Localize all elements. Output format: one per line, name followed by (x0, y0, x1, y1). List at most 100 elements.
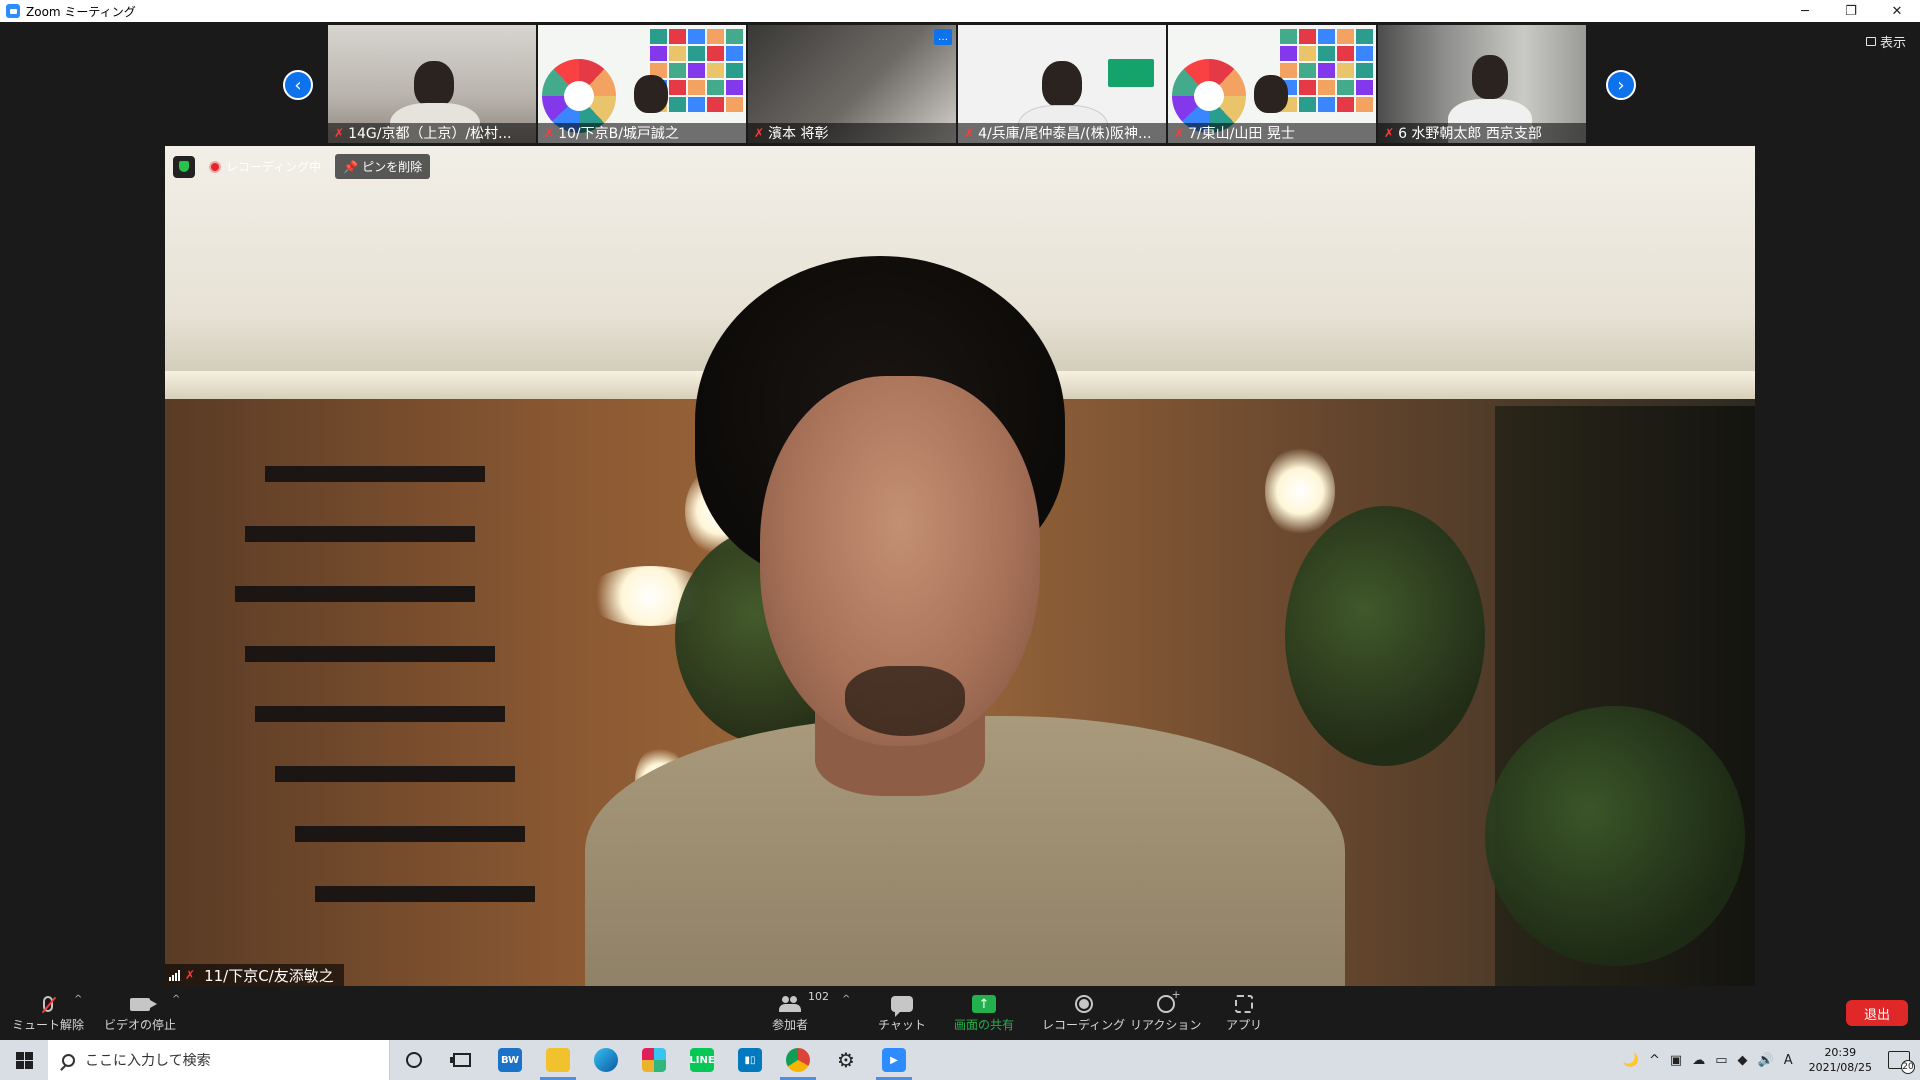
apps-button[interactable]: アプリ (1226, 992, 1262, 1033)
trello-icon: ▮▯ (738, 1048, 762, 1072)
video-options-caret[interactable]: ^ (172, 994, 180, 1005)
unpin-button[interactable]: 📌 ピンを削除 (335, 154, 431, 179)
taskbar-search-box[interactable]: ここに入力して検索 (48, 1040, 390, 1080)
participants-button[interactable]: 参加者 (772, 992, 808, 1033)
speaker-name-label: ✗ 11/下京C/友添敏之 (165, 964, 344, 986)
leave-button[interactable]: 退出 (1846, 1000, 1908, 1026)
cortana-button[interactable] (390, 1040, 438, 1080)
pin-icon: 📌 (343, 159, 359, 174)
dropbox-icon[interactable]: ◆ (1738, 1053, 1748, 1068)
participant-name-label: ✗ 濱本 将彰 (748, 123, 956, 143)
video-overlay-bar: レコーディング中 📌 ピンを削除 (173, 154, 431, 179)
share-screen-button[interactable]: ↑ 画面の共有 (954, 992, 1014, 1033)
share-arrow-icon: ↑ (972, 995, 996, 1013)
poster-graphic (542, 59, 616, 133)
edge-icon (594, 1048, 618, 1072)
close-button[interactable]: ✕ (1874, 0, 1920, 22)
network-icon[interactable]: ▭ (1715, 1053, 1727, 1068)
participants-icon (779, 996, 801, 1012)
taskbar-app-bw[interactable]: BW (486, 1040, 534, 1080)
search-placeholder: ここに入力して検索 (85, 1053, 211, 1069)
zoom-icon: ▶ (882, 1048, 906, 1072)
participant-name-label: ✗ 10/下京B/城戸誠之 (538, 123, 746, 143)
taskbar-app-edge[interactable] (582, 1040, 630, 1080)
taskbar-app-slack[interactable] (630, 1040, 678, 1080)
view-toggle-button[interactable]: 表示 (1865, 32, 1906, 51)
participant-video (634, 75, 668, 113)
more-options-button[interactable]: … (934, 29, 952, 45)
restore-button[interactable]: ❐ (1828, 0, 1874, 22)
more-icon: … (938, 31, 948, 43)
zoom-app-icon (6, 4, 20, 18)
clock-time: 20:39 (1824, 1046, 1857, 1059)
folder-icon (546, 1048, 570, 1072)
participant-video (1042, 61, 1082, 107)
microphone-muted-icon (43, 996, 53, 1012)
stop-video-button[interactable]: ビデオの停止 (104, 992, 176, 1033)
participant-tile[interactable]: ✗ 6 水野朝太郎 西京支部 (1378, 25, 1586, 143)
taskbar-app-trello[interactable]: ▮▯ (726, 1040, 774, 1080)
grid-view-icon (1865, 37, 1876, 46)
participant-video (1472, 55, 1508, 99)
gallery-prev-button[interactable]: ‹ (283, 70, 313, 100)
task-view-button[interactable] (438, 1040, 486, 1080)
mic-muted-icon: ✗ (754, 126, 765, 140)
taskbar-app-explorer[interactable] (534, 1040, 582, 1080)
signal-strength-icon (169, 969, 180, 981)
taskbar-app-zoom[interactable]: ▶ (870, 1040, 918, 1080)
device-icon[interactable]: ▣ (1670, 1053, 1682, 1068)
audio-options-caret[interactable]: ^ (74, 994, 82, 1005)
windows-taskbar: ここに入力して検索 BW LINE ▮▯ ⚙ ▶ 🌙 ^ ▣ ☁ ▭ ◆ 🔊 A… (0, 1040, 1920, 1080)
video-camera-icon (130, 997, 157, 1011)
weather-icon[interactable]: 🌙 (1623, 1053, 1639, 1068)
gallery-strip: ✗ 14G/京都（上京）/松村... ✗ 10/下京B/城戸誠之 … ✗ 濱本 … (328, 25, 1586, 143)
chat-button[interactable]: チャット (878, 992, 926, 1033)
ime-indicator[interactable]: A (1784, 1053, 1793, 1068)
chat-bubble-icon (890, 996, 913, 1017)
recording-label: レコーディング中 (226, 160, 322, 174)
meeting-toolbar: ミュート解除 ^ ビデオの停止 ^ 参加者 102 ^ チャット ↑ 画面の共有… (0, 988, 1920, 1040)
participant-name-label: ✗ 6 水野朝太郎 西京支部 (1378, 123, 1586, 143)
reactions-button[interactable]: リアクション (1130, 988, 1201, 1033)
volume-icon[interactable]: 🔊 (1758, 1053, 1774, 1068)
participant-name-label: ✗ 14G/京都（上京）/松村... (328, 123, 536, 143)
record-icon (1074, 995, 1093, 1013)
apps-icon (1235, 995, 1253, 1013)
taskbar-clock[interactable]: 20:39 2021/08/25 (1809, 1045, 1872, 1075)
main-speaker-video[interactable]: レコーディング中 📌 ピンを削除 ✗ 11/下京C/友添敏之 (165, 146, 1755, 986)
taskbar-app-chrome[interactable] (774, 1040, 822, 1080)
participants-options-caret[interactable]: ^ (842, 994, 850, 1005)
bw-app-icon: BW (498, 1048, 522, 1072)
unpin-label: ピンを削除 (362, 160, 423, 174)
poster-graphic (1108, 59, 1154, 87)
chevron-right-icon: › (1617, 74, 1625, 96)
slack-icon (642, 1048, 666, 1072)
participant-tile[interactable]: ✗ 14G/京都（上京）/松村... (328, 25, 536, 143)
taskbar-app-line[interactable]: LINE (678, 1040, 726, 1080)
taskbar-app-settings[interactable]: ⚙ (822, 1040, 870, 1080)
security-shield-icon[interactable] (173, 155, 195, 178)
participant-tile[interactable]: ✗ 4/兵庫/尾仲泰昌/(株)阪神... (958, 25, 1166, 143)
gear-icon: ⚙ (837, 1048, 855, 1072)
record-button[interactable]: レコーディング (1042, 992, 1125, 1033)
poster-graphic (1172, 59, 1246, 133)
minimize-button[interactable]: ─ (1782, 0, 1828, 22)
start-button[interactable] (0, 1040, 48, 1080)
onedrive-icon[interactable]: ☁ (1692, 1053, 1705, 1068)
notification-count: 20 (1901, 1060, 1915, 1074)
windows-logo-icon (15, 1051, 33, 1069)
participant-video (1254, 75, 1288, 113)
notification-center-button[interactable]: 20 (1888, 1051, 1915, 1074)
search-icon (62, 1053, 75, 1067)
gallery-next-button[interactable]: › (1606, 70, 1636, 100)
tray-expand-button[interactable]: ^ (1649, 1053, 1660, 1068)
meeting-area: 表示 ‹ › ✗ 14G/京都（上京）/松村... ✗ 10/下京B/城戸誠之 … (0, 22, 1920, 988)
cortana-icon (406, 1052, 422, 1068)
participant-tile[interactable]: ✗ 7/東山/山田 晃士 (1168, 25, 1376, 143)
participant-tile[interactable]: … ✗ 濱本 将彰 (748, 25, 956, 143)
view-toggle-label: 表示 (1879, 36, 1906, 51)
clock-date: 2021/08/25 (1808, 1061, 1872, 1074)
task-view-icon (450, 1053, 471, 1067)
participant-tile[interactable]: ✗ 10/下京B/城戸誠之 (538, 25, 746, 143)
mic-muted-icon: ✗ (334, 126, 345, 140)
